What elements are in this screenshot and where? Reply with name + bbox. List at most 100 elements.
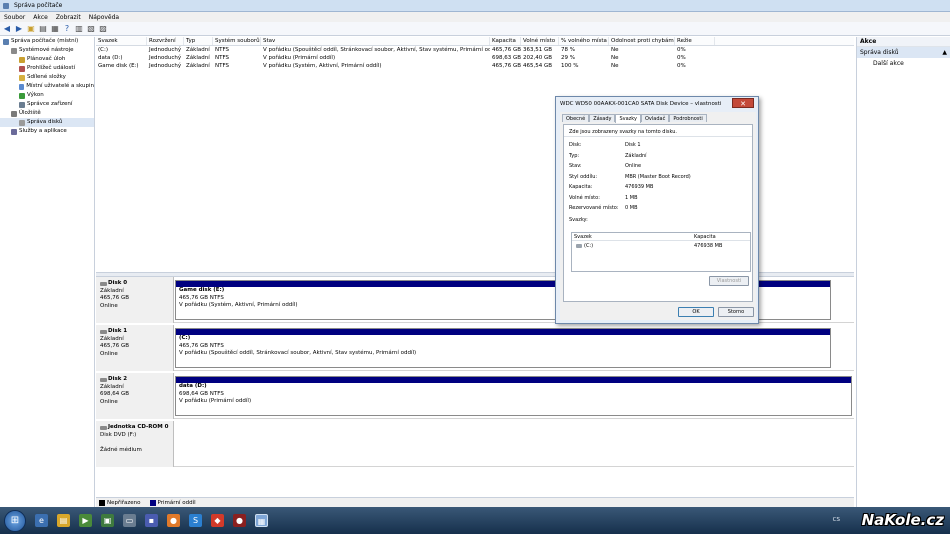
ie-icon[interactable]: e [35, 514, 48, 527]
app-dark-red-icon[interactable]: ● [233, 514, 246, 527]
explorer-icon[interactable]: ▤ [57, 514, 70, 527]
show-hide-tree-icon[interactable]: ▤ [38, 24, 48, 34]
column-header[interactable]: Volné místo [521, 37, 559, 45]
monitor-icon[interactable]: ▭ [123, 514, 136, 527]
tree-item[interactable]: Správce zařízení [0, 100, 94, 109]
tree-item[interactable]: Správa disků [0, 118, 94, 127]
menu-akce[interactable]: Akce [29, 14, 52, 21]
disk-icon [100, 281, 107, 286]
table-row[interactable]: (C:) 476938 MB [572, 241, 750, 250]
computer-management-icon [3, 2, 9, 9]
tab-obecné[interactable]: Obecné [562, 114, 590, 122]
forward-icon[interactable]: ▶ [14, 24, 24, 34]
volume-list-header: Svazek Rozvržení Typ Systém souborů Stav Kapa… [96, 37, 854, 46]
table-cell: Základní [186, 55, 210, 61]
view-icon[interactable]: ▥ [74, 24, 84, 34]
column-header[interactable]: Svazek [96, 37, 147, 45]
table-row[interactable]: Game disk (E:) Jednoduchý Základní NTFS V po… [96, 62, 854, 70]
app-red-icon[interactable]: ◆ [211, 514, 224, 527]
language-indicator[interactable]: CS [833, 517, 840, 523]
disk-label[interactable]: Disk 2 Základní 698,64 GB Online [96, 373, 174, 419]
table-cell: Jednoduchý [149, 55, 182, 61]
column-header[interactable]: % volného místa [559, 37, 609, 45]
table-row[interactable]: (C:) Jednoduchý Základní NTFS V pořádku (Spo… [96, 46, 854, 54]
tree-item[interactable]: Místní uživatelé a skupin [0, 82, 94, 91]
properties-button[interactable]: Vlastnosti [709, 276, 749, 286]
disk-label[interactable]: Disk 0 Základní 465,76 GB Online [96, 277, 174, 323]
col-kapacita: Kapacita [694, 234, 716, 240]
property-value: 476939 MB [625, 184, 654, 191]
volumes-table: Svazek Kapacita (C:) 476938 MB [571, 232, 751, 272]
collapse-arrow-icon[interactable]: ▲ [942, 47, 947, 58]
back-icon[interactable]: ◀ [2, 24, 12, 34]
tree-item[interactable]: Systémové nástroje [0, 46, 94, 55]
tree-item-label: Úložiště [19, 110, 41, 116]
legend-unallocated-label: Nepřiřazeno [107, 499, 141, 506]
column-header[interactable]: Režie [675, 37, 715, 45]
app-icon[interactable]: ▣ [101, 514, 114, 527]
column-header[interactable]: Odolnost proti chybám [609, 37, 675, 45]
tree-item-label: Správce zařízení [27, 101, 73, 107]
window-title: Správa počítače [14, 2, 63, 9]
partition[interactable]: data (D:) 698,64 GB NTFS V pořádku (Primár… [175, 376, 852, 416]
column-header[interactable]: Typ [184, 37, 213, 45]
clock-icon [19, 56, 25, 63]
tab-podrobnosti[interactable]: Podrobnosti [669, 114, 707, 122]
actions-section[interactable]: Správa disků ▲ [857, 47, 950, 58]
disk-name: Jednotka CD-ROM 0 [108, 424, 169, 430]
col-svazek: Svazek [574, 234, 592, 240]
table-cell: Ne [611, 63, 619, 69]
table-cell: V pořádku (Systém, Aktivní, Primární odd… [263, 63, 382, 69]
toolbar: ◀ ▶ ▣ ▤ ▦ ? ▥ ▧ ▨ [0, 22, 950, 36]
save-icon[interactable]: ▪ [145, 514, 158, 527]
column-header[interactable]: Rozvržení [147, 37, 184, 45]
disk-label[interactable]: Disk 1 Základní 465,76 GB Online [96, 325, 174, 371]
disk-icon [100, 377, 107, 382]
start-button[interactable]: ⊞ [4, 509, 26, 532]
help-icon[interactable]: ? [62, 24, 72, 34]
tree-item[interactable]: Sdílené složky [0, 73, 94, 82]
tab-zásady[interactable]: Zásady [589, 114, 616, 122]
actions-more[interactable]: Další akce [857, 58, 950, 69]
table-cell: Ne [611, 55, 619, 61]
properties-icon[interactable]: ▦ [50, 24, 60, 34]
dialog-title: WDC WD50 00AAKX-001CA0 SATA Disk Device … [560, 101, 722, 107]
tree-item[interactable]: Plánovač úloh [0, 55, 94, 64]
partition[interactable]: (C:) 465,76 GB NTFS V pořádku (Spouštěcí o… [175, 328, 831, 368]
settings-icon[interactable]: ▨ [98, 24, 108, 34]
dialog-title-bar: WDC WD50 00AAKX-001CA0 SATA Disk Device … [556, 97, 758, 111]
tree-item[interactable]: Prohlížeč událostí [0, 64, 94, 73]
up-folder-icon[interactable]: ▣ [26, 24, 36, 34]
column-header[interactable]: Systém souborů [213, 37, 261, 45]
property-key: Styl oddílu: [569, 173, 598, 180]
watermark: NaKole.cz [861, 511, 944, 529]
menu-napoveda[interactable]: Nápověda [85, 14, 123, 21]
column-header[interactable]: Kapacita [490, 37, 521, 45]
disk-name: Disk 1 [108, 328, 128, 334]
table-cell: V pořádku (Spouštěcí oddíl, Stránkovací … [263, 47, 490, 53]
column-header[interactable]: Stav [261, 37, 490, 45]
menu-zobrazit[interactable]: Zobrazit [52, 14, 85, 21]
table-cell: 698,63 GB [492, 55, 521, 61]
refresh-icon[interactable]: ▧ [86, 24, 96, 34]
firefox-icon[interactable]: ● [167, 514, 180, 527]
menu-soubor[interactable]: Soubor [0, 14, 29, 21]
tab-svazky[interactable]: Svazky [615, 114, 641, 123]
media-icon[interactable]: ▶ [79, 514, 92, 527]
tab-ovladač[interactable]: Ovladač [640, 114, 670, 122]
computer-management-task-icon[interactable]: ▦ [255, 514, 268, 527]
tree-item[interactable]: Výkon [0, 91, 94, 100]
table-row[interactable]: data (D:) Jednoduchý Základní NTFS V pořádku… [96, 54, 854, 62]
tree-item[interactable]: Služby a aplikace [0, 127, 94, 136]
tree-item[interactable]: Úložiště [0, 109, 94, 118]
disk-label[interactable]: Jednotka CD-ROM 0 Disk DVD (F:) Žádné médi… [96, 421, 174, 467]
table-cell: 202,40 GB [523, 55, 553, 61]
tree-item-label: Sdílené složky [27, 74, 66, 80]
ok-button[interactable]: OK [678, 307, 714, 317]
tree-item[interactable]: Správa počítače (místní) [0, 37, 94, 46]
cancel-button[interactable]: Storno [718, 307, 754, 317]
close-icon[interactable]: ✕ [732, 98, 754, 108]
partition-name: (C:) [179, 335, 191, 341]
skype-icon[interactable]: S [189, 514, 202, 527]
property-key: Stav: [569, 163, 582, 170]
